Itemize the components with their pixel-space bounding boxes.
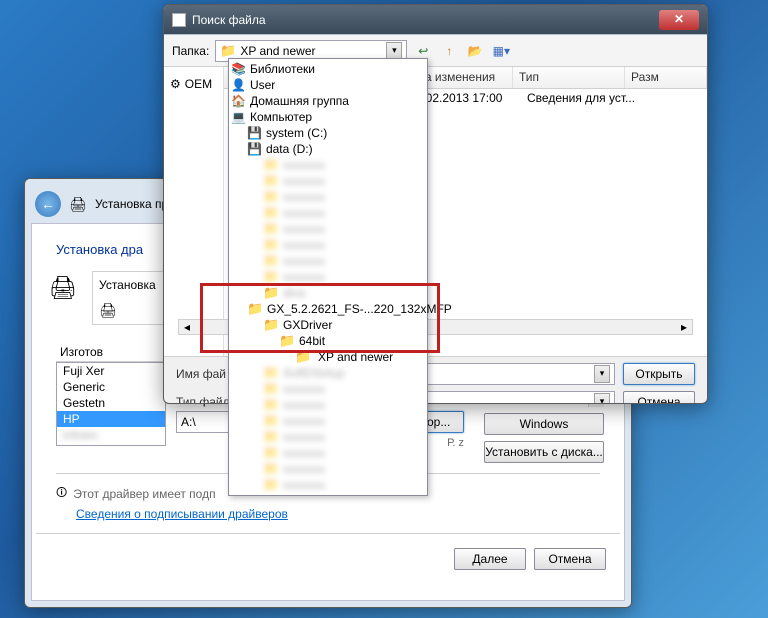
tree-blur[interactable]: xxxxxxx	[229, 221, 427, 237]
folder-icon	[220, 44, 236, 58]
mfr-item[interactable]: Gestetn	[57, 395, 165, 411]
folder-icon	[279, 334, 295, 348]
printer-small-icon	[99, 302, 117, 318]
tree-blur[interactable]: xxxxxxx	[229, 157, 427, 173]
folder-icon	[263, 222, 279, 236]
tree-libraries[interactable]: Библиотеки	[229, 61, 427, 77]
setup-info-icon: ⚙	[170, 77, 181, 91]
tree-homegroup[interactable]: Домашняя группа	[229, 93, 427, 109]
dialog-title: Поиск файла	[192, 13, 266, 27]
folder-icon	[295, 350, 311, 364]
tree-blur[interactable]: xxxxxxx	[229, 445, 427, 461]
drive-icon	[247, 142, 262, 156]
filetype-dropdown[interactable]: ▾	[594, 393, 610, 404]
folder-icon	[263, 414, 279, 428]
folder-icon	[263, 462, 279, 476]
tree-blur[interactable]: xxxxxxx	[229, 461, 427, 477]
tree-computer[interactable]: Компьютер	[229, 109, 427, 125]
shield-icon	[56, 484, 67, 503]
tree-blur[interactable]: xxxxxxx	[229, 413, 427, 429]
folder-tree-dropdown[interactable]: Библиотеки User Домашняя группа Компьюте…	[228, 58, 428, 496]
tree-gx-folder[interactable]: GX_5.2.2621_FS-...220_132xMFP	[229, 301, 427, 317]
col-type[interactable]: Тип	[513, 67, 625, 88]
signature-note: Этот драйвер имеет подп	[73, 487, 215, 501]
hscroll-right[interactable]: ▸	[676, 320, 692, 334]
tree-xp-newer[interactable]: XP and newer	[229, 349, 427, 365]
folder-icon	[263, 254, 279, 268]
folder-icon	[263, 430, 279, 444]
tree-blur[interactable]: xxxxxxx	[229, 269, 427, 285]
left-item-label[interactable]: OEM	[185, 77, 212, 91]
new-folder-icon[interactable]: 📂	[465, 41, 485, 61]
user-icon	[231, 78, 246, 92]
hscroll-left[interactable]: ◂	[179, 320, 195, 334]
printer-icon	[69, 196, 87, 212]
tree-diva[interactable]: diva	[229, 285, 427, 301]
mfr-item[interactable]: Fuji Xer	[57, 363, 165, 379]
install-from-disk-button[interactable]: Установить с диска...	[484, 441, 604, 463]
tree-blur[interactable]: xxxxxxx	[229, 381, 427, 397]
windows-update-button[interactable]: Windows	[484, 413, 604, 435]
back-button[interactable]: ←	[35, 191, 61, 217]
libraries-icon	[231, 62, 246, 76]
col-size[interactable]: Разм	[625, 67, 707, 88]
folder-icon	[263, 286, 279, 300]
drive-icon	[247, 126, 262, 140]
tree-blur[interactable]: xxxxxxx	[229, 397, 427, 413]
folder-icon	[263, 446, 279, 460]
folder-icon	[263, 318, 279, 332]
view-menu-icon[interactable]: ▦▾	[491, 41, 511, 61]
folder-icon	[263, 478, 279, 492]
places-bar: ⚙ OEM	[164, 67, 224, 356]
next-button[interactable]: Далее	[454, 548, 526, 570]
manufacturer-label: Изготов	[56, 343, 166, 362]
dialog-titlebar[interactable]: Поиск файла ✕	[164, 5, 707, 35]
filename-dropdown[interactable]: ▾	[594, 365, 610, 383]
folder-combo-dropdown[interactable]: ▾	[386, 42, 402, 60]
folder-icon	[263, 158, 279, 172]
tab-install[interactable]: Установка	[99, 278, 156, 292]
tree-64bit[interactable]: 64bit	[229, 333, 427, 349]
folder-icon	[263, 174, 279, 188]
file-type: Сведения для уст...	[527, 91, 639, 105]
manufacturer-list[interactable]: Fuji Xer Generic Gestetn HP infotec	[56, 362, 166, 446]
copy-path-value: A:\	[181, 415, 196, 429]
mfr-item[interactable]: infotec	[57, 427, 165, 443]
cancel-button[interactable]: Отмена	[534, 548, 606, 570]
tree-drive-c[interactable]: system (C:)	[229, 125, 427, 141]
close-button[interactable]: ✕	[659, 10, 699, 30]
folder-icon	[263, 366, 279, 380]
dialog-cancel-button[interactable]: Отмена	[623, 391, 695, 404]
mfr-item[interactable]: Generic	[57, 379, 165, 395]
tree-blur[interactable]: xxxxxxx	[229, 429, 427, 445]
folder-icon	[247, 302, 263, 316]
folder-icon	[263, 270, 279, 284]
tree-blur[interactable]: xxxxxxx	[229, 173, 427, 189]
driver-signing-link[interactable]: Сведения о подписывании драйверов	[76, 507, 288, 521]
tree-softsetup[interactable]: SoftDSetup	[229, 365, 427, 381]
tree-blur[interactable]: xxxxxxx	[229, 205, 427, 221]
tree-blur[interactable]: xxxxxxx	[229, 237, 427, 253]
computer-icon	[231, 110, 246, 124]
folder-icon	[263, 398, 279, 412]
folder-icon	[263, 238, 279, 252]
nav-up-icon[interactable]: ↑	[439, 41, 459, 61]
folder-label: Папка:	[172, 44, 209, 58]
tree-gxdriver[interactable]: GXDriver	[229, 317, 427, 333]
printer-large-icon	[49, 274, 78, 300]
folder-icon	[263, 190, 279, 204]
folder-icon	[263, 382, 279, 396]
homegroup-icon	[231, 94, 246, 108]
folder-icon	[263, 206, 279, 220]
folder-combo-value: XP and newer	[240, 44, 315, 58]
tree-blur[interactable]: xxxxxxx	[229, 253, 427, 269]
tree-user[interactable]: User	[229, 77, 427, 93]
tree-blur[interactable]: xxxxxxx	[229, 189, 427, 205]
file-icon	[172, 13, 186, 27]
mfr-item-selected[interactable]: HP	[57, 411, 165, 427]
tree-drive-d[interactable]: data (D:)	[229, 141, 427, 157]
open-button[interactable]: Открыть	[623, 363, 695, 385]
tree-blur[interactable]: xxxxxxx	[229, 477, 427, 493]
